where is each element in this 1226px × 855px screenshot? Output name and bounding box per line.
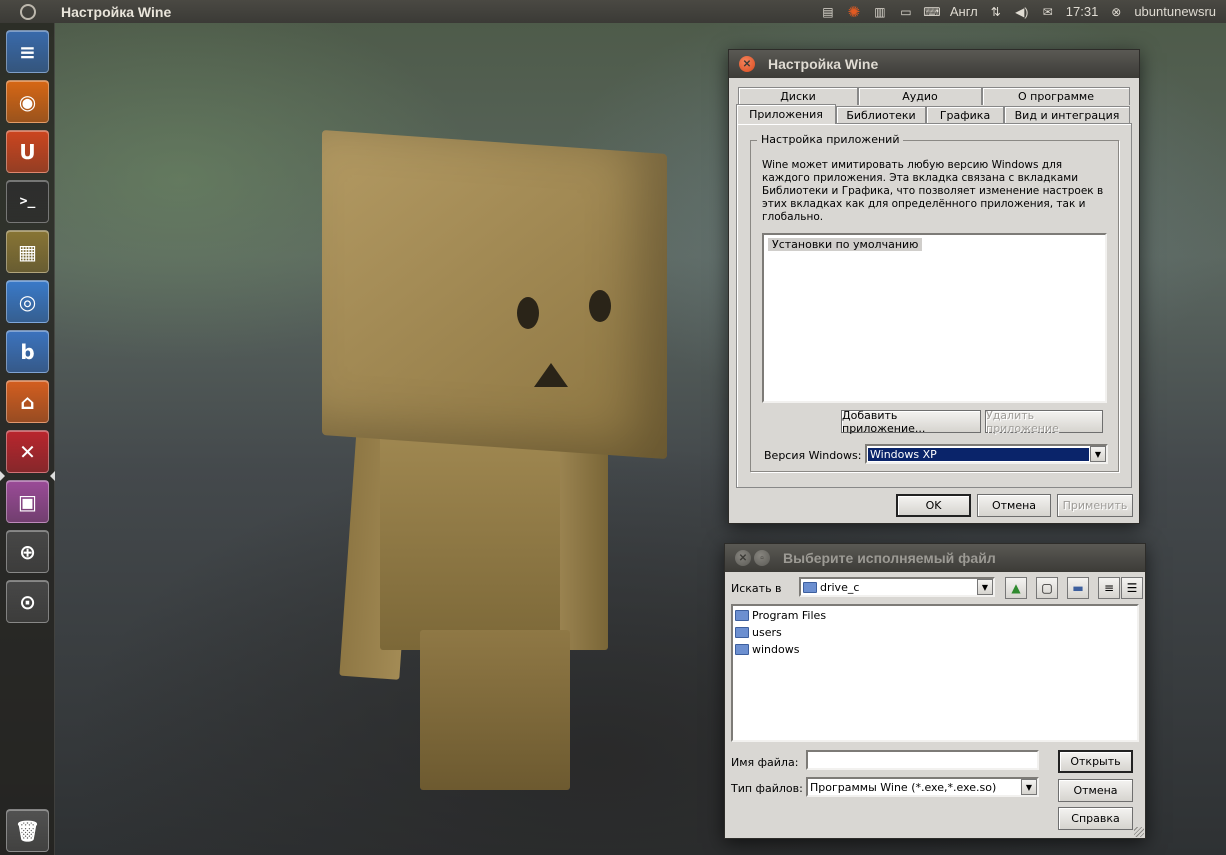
chevron-down-icon[interactable]: ▼ (977, 579, 993, 595)
volume-icon[interactable]: ◀) (1014, 5, 1030, 19)
keyboard-icon[interactable]: ⌨ (923, 5, 940, 19)
wine-config-title: Настройка Wine (768, 56, 879, 72)
apply-button[interactable]: Применить (1057, 494, 1133, 517)
tab-audio[interactable]: Аудио (858, 87, 982, 105)
app-settings-group-title: Настройка приложений (757, 133, 904, 146)
windows-version-select[interactable]: Windows XP ▼ (865, 444, 1108, 464)
list-item[interactable]: Program Files (735, 609, 826, 622)
tab-applications[interactable]: Приложения (736, 104, 836, 124)
list-item[interactable]: users (735, 626, 782, 639)
mail-icon[interactable]: ✉ (1040, 5, 1056, 19)
danbo-mouth (534, 363, 568, 387)
filename-input[interactable] (806, 750, 1039, 770)
zoom-in-lens-icon[interactable]: ⊕ (6, 530, 49, 573)
firefox-icon[interactable]: ◉ (6, 80, 49, 123)
resize-grip[interactable] (1134, 827, 1144, 837)
folder-icon (803, 582, 817, 593)
active-app-title: Настройка Wine (61, 3, 172, 20)
user-name[interactable]: ubuntunewsru (1134, 4, 1216, 19)
file-list[interactable]: Program Files users windows (731, 604, 1139, 742)
running-app-indicator-icon (0, 471, 5, 481)
add-application-button[interactable]: Добавить приложение... (841, 409, 981, 435)
battery-icon[interactable]: ▭ (898, 5, 914, 19)
danbo-legs (420, 630, 570, 790)
list-view-icon[interactable]: ≡ (1098, 577, 1120, 599)
tab-drives[interactable]: Диски (738, 87, 858, 105)
terminal-icon[interactable]: >_ (6, 180, 49, 223)
tab-libraries[interactable]: Библиотеки (836, 106, 926, 124)
ok-button[interactable]: OK (896, 494, 971, 517)
wine-config-titlebar[interactable]: ✕ Настройка Wine (729, 50, 1139, 78)
danbo-eye-left (517, 297, 539, 329)
filetype-value: Программы Wine (*.exe,*.exe.so) (810, 780, 997, 794)
windows-version-label: Версия Windows: (764, 449, 862, 462)
look-in-label: Искать в (731, 582, 782, 595)
details-view-icon[interactable]: ☰ (1121, 577, 1143, 599)
indicator-area: ▤ ✺ ▥ ▭ ⌨ Англ ⇅ ◀) ✉ 17:31 ⊗ ubuntunews… (820, 4, 1226, 21)
wine-config-window: ✕ Настройка Wine Диски Аудио О программе… (728, 49, 1140, 524)
ubuntu-logo-icon (19, 3, 36, 20)
trash-icon[interactable]: 🗑 (6, 809, 49, 852)
close-icon[interactable]: ✕ (739, 56, 755, 72)
chevron-down-icon[interactable]: ▼ (1090, 446, 1106, 462)
trash-tray-icon[interactable]: ▥ (872, 5, 888, 19)
windows-version-value: Windows XP (868, 447, 1089, 461)
list-item[interactable]: Установки по умолчанию (768, 238, 923, 251)
new-folder-icon[interactable]: ▬ (1067, 577, 1089, 599)
look-in-value: drive_c (820, 580, 860, 594)
keyboard-layout[interactable]: Англ (950, 4, 978, 19)
workspace-switcher-icon[interactable]: ▣ (6, 480, 49, 523)
danbo-eye-right (589, 290, 611, 322)
dash-button[interactable] (0, 0, 55, 23)
maximize-icon[interactable]: ▫ (754, 550, 770, 566)
list-item[interactable]: windows (735, 643, 799, 656)
up-folder-icon[interactable]: ▲ (1005, 577, 1027, 599)
bookmark-app-icon[interactable]: b (6, 330, 49, 373)
clipboard-icon[interactable]: ▤ (820, 5, 836, 19)
tab-desktop-integration[interactable]: Вид и интеграция (1004, 106, 1130, 124)
applications-tab-panel: Настройка приложений Wine может имитиров… (736, 123, 1132, 488)
tab-graphics[interactable]: Графика (926, 106, 1004, 124)
danbo-head (322, 129, 667, 460)
cancel-button[interactable]: Отмена (977, 494, 1051, 517)
danbo-arm-right (560, 430, 608, 650)
launcher: ≡ ◉ U >_ ▦ ◎ b ⌂ ✕ ▣ ⊕ ⊙ 🗑 (0, 23, 55, 855)
folder-icon (735, 644, 749, 655)
active-app-arrow-icon (50, 471, 55, 481)
open-button[interactable]: Открыть (1058, 750, 1133, 773)
folder-icon (735, 610, 749, 621)
remove-application-button[interactable]: Удалить приложение (985, 409, 1103, 435)
wine-config-icon[interactable]: ✕ (6, 430, 49, 473)
ubuntu-software-center-icon[interactable]: U (6, 130, 49, 173)
chevron-down-icon[interactable]: ▼ (1021, 779, 1037, 795)
session-icon[interactable]: ⊗ (1108, 5, 1124, 19)
help-button[interactable]: Справка (1058, 807, 1133, 830)
file-cancel-button[interactable]: Отмена (1058, 779, 1133, 802)
clock[interactable]: 17:31 (1066, 4, 1099, 19)
file-dialog-window: ✕ ▫ Выберите исполняемый файл Искать в d… (724, 543, 1146, 839)
app-settings-description: Wine может имитировать любую версию Wind… (762, 159, 1104, 223)
file-dialog-title: Выберите исполняемый файл (783, 550, 996, 566)
folder-icon (735, 627, 749, 638)
filename-label: Имя файла: (731, 756, 799, 769)
network-icon[interactable]: ⇅ (988, 5, 1004, 19)
filetype-select[interactable]: Программы Wine (*.exe,*.exe.so) ▼ (806, 777, 1039, 797)
top-panel: Настройка Wine ▤ ✺ ▥ ▭ ⌨ Англ ⇅ ◀) ✉ 17:… (0, 0, 1226, 23)
desktop-icon[interactable]: ▢ (1036, 577, 1058, 599)
home-folder-icon[interactable]: ⌂ (6, 380, 49, 423)
ubuntu-one-icon[interactable]: ✺ (846, 4, 862, 21)
close-icon[interactable]: ✕ (735, 550, 751, 566)
tab-about[interactable]: О программе (982, 87, 1130, 105)
file-dialog-titlebar[interactable]: ✕ ▫ Выберите исполняемый файл (725, 544, 1145, 572)
filetype-label: Тип файлов: (731, 782, 803, 795)
search-lens-icon[interactable]: ⊙ (6, 580, 49, 623)
look-in-select[interactable]: drive_c ▼ (799, 577, 995, 597)
application-list[interactable]: Установки по умолчанию (762, 233, 1107, 403)
archive-manager-icon[interactable]: ▦ (6, 230, 49, 273)
app-settings-group: Настройка приложений Wine может имитиров… (750, 133, 1119, 472)
chromium-icon[interactable]: ◎ (6, 280, 49, 323)
libreoffice-writer-icon[interactable]: ≡ (6, 30, 49, 73)
danbo-body (380, 430, 580, 650)
